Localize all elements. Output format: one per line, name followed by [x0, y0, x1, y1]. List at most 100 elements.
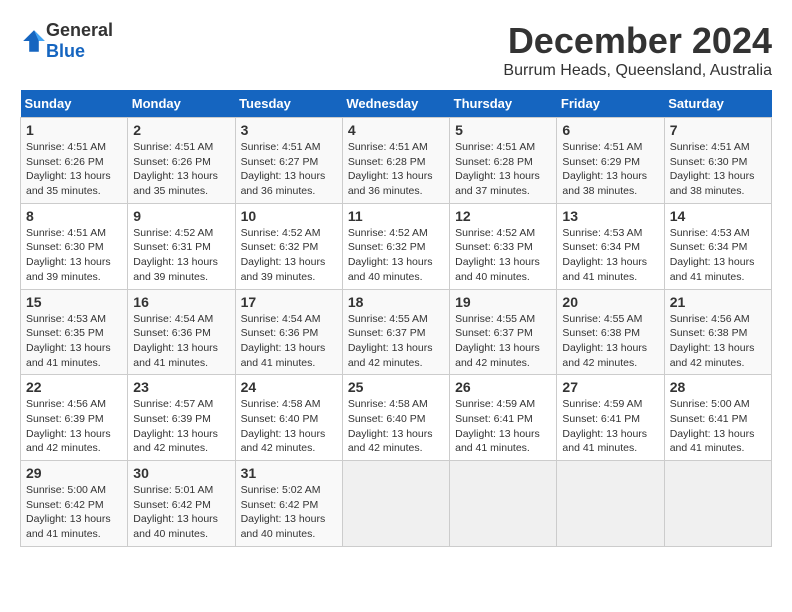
calendar-week-row: 29 Sunrise: 5:00 AM Sunset: 6:42 PM Dayl…	[21, 461, 772, 547]
logo-icon	[22, 29, 46, 53]
day-info: Sunrise: 4:54 AM Sunset: 6:36 PM Dayligh…	[241, 312, 337, 371]
day-info: Sunrise: 5:00 AM Sunset: 6:41 PM Dayligh…	[670, 397, 766, 456]
day-number: 16	[133, 294, 229, 310]
day-info: Sunrise: 4:56 AM Sunset: 6:38 PM Dayligh…	[670, 312, 766, 371]
day-info: Sunrise: 4:51 AM Sunset: 6:26 PM Dayligh…	[26, 140, 122, 199]
calendar-week-row: 15 Sunrise: 4:53 AM Sunset: 6:35 PM Dayl…	[21, 289, 772, 375]
day-number: 12	[455, 208, 551, 224]
day-number: 29	[26, 465, 122, 481]
day-number: 11	[348, 208, 444, 224]
day-info: Sunrise: 4:55 AM Sunset: 6:37 PM Dayligh…	[455, 312, 551, 371]
calendar-day-cell	[664, 461, 771, 547]
logo-general-text: General	[46, 20, 113, 40]
day-info: Sunrise: 4:52 AM Sunset: 6:32 PM Dayligh…	[241, 226, 337, 285]
day-info: Sunrise: 4:51 AM Sunset: 6:30 PM Dayligh…	[670, 140, 766, 199]
calendar-week-row: 22 Sunrise: 4:56 AM Sunset: 6:39 PM Dayl…	[21, 375, 772, 461]
day-info: Sunrise: 4:57 AM Sunset: 6:39 PM Dayligh…	[133, 397, 229, 456]
day-number: 7	[670, 122, 766, 138]
calendar-day-cell: 9 Sunrise: 4:52 AM Sunset: 6:31 PM Dayli…	[128, 203, 235, 289]
calendar-day-cell	[342, 461, 449, 547]
calendar-day-cell: 2 Sunrise: 4:51 AM Sunset: 6:26 PM Dayli…	[128, 118, 235, 204]
day-info: Sunrise: 4:58 AM Sunset: 6:40 PM Dayligh…	[241, 397, 337, 456]
calendar-day-cell: 20 Sunrise: 4:55 AM Sunset: 6:38 PM Dayl…	[557, 289, 664, 375]
calendar-day-cell: 10 Sunrise: 4:52 AM Sunset: 6:32 PM Dayl…	[235, 203, 342, 289]
day-info: Sunrise: 4:51 AM Sunset: 6:29 PM Dayligh…	[562, 140, 658, 199]
day-info: Sunrise: 4:53 AM Sunset: 6:34 PM Dayligh…	[562, 226, 658, 285]
day-number: 6	[562, 122, 658, 138]
calendar-day-cell: 21 Sunrise: 4:56 AM Sunset: 6:38 PM Dayl…	[664, 289, 771, 375]
calendar-day-cell: 13 Sunrise: 4:53 AM Sunset: 6:34 PM Dayl…	[557, 203, 664, 289]
calendar-day-cell: 16 Sunrise: 4:54 AM Sunset: 6:36 PM Dayl…	[128, 289, 235, 375]
day-info: Sunrise: 4:59 AM Sunset: 6:41 PM Dayligh…	[455, 397, 551, 456]
logo-blue-text: Blue	[46, 41, 85, 61]
calendar-day-cell: 12 Sunrise: 4:52 AM Sunset: 6:33 PM Dayl…	[450, 203, 557, 289]
calendar-day-cell: 1 Sunrise: 4:51 AM Sunset: 6:26 PM Dayli…	[21, 118, 128, 204]
calendar-day-cell: 31 Sunrise: 5:02 AM Sunset: 6:42 PM Dayl…	[235, 461, 342, 547]
day-number: 8	[26, 208, 122, 224]
calendar-day-cell: 15 Sunrise: 4:53 AM Sunset: 6:35 PM Dayl…	[21, 289, 128, 375]
title-section: December 2024 Burrum Heads, Queensland, …	[503, 20, 772, 80]
day-header-wednesday: Wednesday	[342, 90, 449, 118]
day-info: Sunrise: 4:52 AM Sunset: 6:33 PM Dayligh…	[455, 226, 551, 285]
day-number: 2	[133, 122, 229, 138]
calendar-day-cell: 25 Sunrise: 4:58 AM Sunset: 6:40 PM Dayl…	[342, 375, 449, 461]
calendar-day-cell: 30 Sunrise: 5:01 AM Sunset: 6:42 PM Dayl…	[128, 461, 235, 547]
calendar-day-cell: 24 Sunrise: 4:58 AM Sunset: 6:40 PM Dayl…	[235, 375, 342, 461]
day-info: Sunrise: 4:51 AM Sunset: 6:28 PM Dayligh…	[348, 140, 444, 199]
calendar-day-cell: 17 Sunrise: 4:54 AM Sunset: 6:36 PM Dayl…	[235, 289, 342, 375]
day-header-thursday: Thursday	[450, 90, 557, 118]
calendar-day-cell: 18 Sunrise: 4:55 AM Sunset: 6:37 PM Dayl…	[342, 289, 449, 375]
day-number: 23	[133, 379, 229, 395]
day-info: Sunrise: 4:51 AM Sunset: 6:26 PM Dayligh…	[133, 140, 229, 199]
calendar-day-cell: 6 Sunrise: 4:51 AM Sunset: 6:29 PM Dayli…	[557, 118, 664, 204]
day-info: Sunrise: 4:55 AM Sunset: 6:38 PM Dayligh…	[562, 312, 658, 371]
day-number: 25	[348, 379, 444, 395]
day-number: 27	[562, 379, 658, 395]
calendar-day-cell: 3 Sunrise: 4:51 AM Sunset: 6:27 PM Dayli…	[235, 118, 342, 204]
day-header-sunday: Sunday	[21, 90, 128, 118]
day-number: 14	[670, 208, 766, 224]
day-number: 9	[133, 208, 229, 224]
day-info: Sunrise: 4:54 AM Sunset: 6:36 PM Dayligh…	[133, 312, 229, 371]
day-number: 28	[670, 379, 766, 395]
day-number: 15	[26, 294, 122, 310]
day-header-friday: Friday	[557, 90, 664, 118]
day-info: Sunrise: 4:53 AM Sunset: 6:35 PM Dayligh…	[26, 312, 122, 371]
day-number: 26	[455, 379, 551, 395]
calendar-day-cell: 7 Sunrise: 4:51 AM Sunset: 6:30 PM Dayli…	[664, 118, 771, 204]
day-header-monday: Monday	[128, 90, 235, 118]
calendar-day-cell: 28 Sunrise: 5:00 AM Sunset: 6:41 PM Dayl…	[664, 375, 771, 461]
day-number: 24	[241, 379, 337, 395]
day-number: 4	[348, 122, 444, 138]
day-number: 17	[241, 294, 337, 310]
day-info: Sunrise: 4:59 AM Sunset: 6:41 PM Dayligh…	[562, 397, 658, 456]
calendar-day-cell: 11 Sunrise: 4:52 AM Sunset: 6:32 PM Dayl…	[342, 203, 449, 289]
day-number: 1	[26, 122, 122, 138]
day-number: 3	[241, 122, 337, 138]
day-number: 5	[455, 122, 551, 138]
day-header-tuesday: Tuesday	[235, 90, 342, 118]
calendar-day-cell: 23 Sunrise: 4:57 AM Sunset: 6:39 PM Dayl…	[128, 375, 235, 461]
calendar-day-cell: 4 Sunrise: 4:51 AM Sunset: 6:28 PM Dayli…	[342, 118, 449, 204]
day-info: Sunrise: 4:51 AM Sunset: 6:30 PM Dayligh…	[26, 226, 122, 285]
calendar-table: SundayMondayTuesdayWednesdayThursdayFrid…	[20, 90, 772, 547]
day-number: 22	[26, 379, 122, 395]
day-info: Sunrise: 5:02 AM Sunset: 6:42 PM Dayligh…	[241, 483, 337, 542]
calendar-header-row: SundayMondayTuesdayWednesdayThursdayFrid…	[21, 90, 772, 118]
day-info: Sunrise: 4:51 AM Sunset: 6:28 PM Dayligh…	[455, 140, 551, 199]
month-title: December 2024	[503, 20, 772, 62]
logo: General Blue	[20, 20, 113, 62]
day-number: 18	[348, 294, 444, 310]
day-number: 21	[670, 294, 766, 310]
calendar-day-cell: 8 Sunrise: 4:51 AM Sunset: 6:30 PM Dayli…	[21, 203, 128, 289]
location-title: Burrum Heads, Queensland, Australia	[503, 62, 772, 80]
day-number: 13	[562, 208, 658, 224]
calendar-day-cell: 22 Sunrise: 4:56 AM Sunset: 6:39 PM Dayl…	[21, 375, 128, 461]
calendar-day-cell: 5 Sunrise: 4:51 AM Sunset: 6:28 PM Dayli…	[450, 118, 557, 204]
day-number: 20	[562, 294, 658, 310]
calendar-day-cell: 29 Sunrise: 5:00 AM Sunset: 6:42 PM Dayl…	[21, 461, 128, 547]
calendar-day-cell	[450, 461, 557, 547]
day-info: Sunrise: 4:58 AM Sunset: 6:40 PM Dayligh…	[348, 397, 444, 456]
day-number: 30	[133, 465, 229, 481]
day-info: Sunrise: 4:52 AM Sunset: 6:31 PM Dayligh…	[133, 226, 229, 285]
